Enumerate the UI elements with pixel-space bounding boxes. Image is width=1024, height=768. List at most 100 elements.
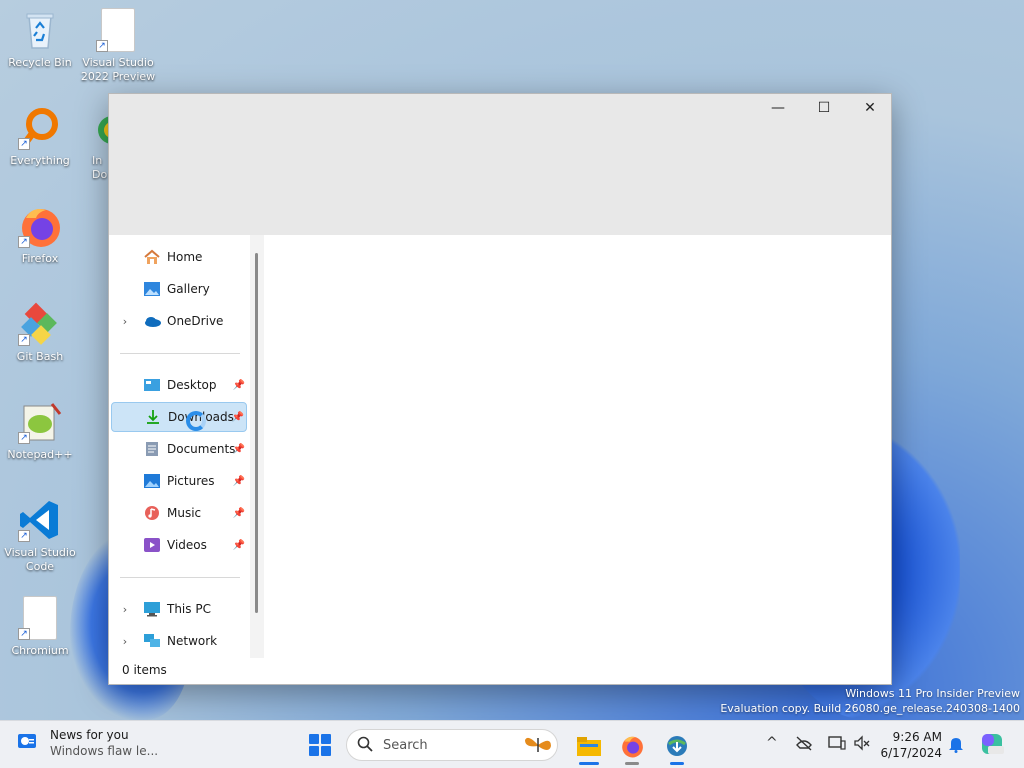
busy-cursor-icon	[186, 411, 206, 431]
desktop-icon-label: Visual Studio 2022 Preview	[80, 56, 156, 83]
nav-item-home[interactable]: Home	[111, 242, 247, 272]
search-icon	[357, 736, 373, 755]
network-offline-icon[interactable]	[795, 735, 813, 755]
pin-icon[interactable]: 📌	[233, 508, 245, 519]
running-indicator	[579, 762, 599, 765]
desktop-icon-label: Firefox	[21, 252, 59, 265]
windows-logo-icon	[309, 734, 319, 744]
recycle-bin-icon	[18, 8, 62, 52]
taskbar-firefox[interactable]	[615, 729, 649, 765]
nav-item-desktop[interactable]: Desktop 📌	[111, 370, 247, 400]
close-button[interactable]: ✕	[847, 94, 893, 122]
shortcut-arrow-icon: ↗	[18, 530, 30, 542]
copilot-pre-icon[interactable]	[980, 732, 1004, 760]
nav-item-gallery[interactable]: Gallery	[111, 274, 247, 304]
news-icon	[16, 730, 40, 757]
document-shortcut-icon: ↗	[96, 8, 140, 52]
nav-item-onedrive[interactable]: › OneDrive	[111, 306, 247, 336]
music-icon	[143, 505, 161, 521]
desktop-icon-label: Visual Studio Code	[4, 546, 76, 573]
nav-item-videos[interactable]: Videos 📌	[111, 530, 247, 560]
onedrive-icon	[143, 313, 161, 329]
vscode-icon: ↗	[18, 498, 62, 542]
clock-time: 9:26 AM	[892, 730, 942, 744]
nav-item-label: OneDrive	[167, 314, 224, 328]
documents-icon	[143, 441, 161, 457]
this-pc-icon	[143, 601, 161, 617]
desktop-icon-firefox[interactable]: ↗ Firefox	[0, 204, 80, 266]
nav-item-label: This PC	[167, 602, 211, 616]
nav-item-pictures[interactable]: Pictures 📌	[111, 466, 247, 496]
nav-item-label: Gallery	[167, 282, 210, 296]
nav-item-network[interactable]: › Network	[111, 626, 247, 656]
start-button[interactable]	[309, 734, 331, 756]
nav-item-label: Desktop	[167, 378, 217, 392]
minimize-button[interactable]: —	[755, 94, 801, 122]
shortcut-arrow-icon: ↗	[18, 628, 30, 640]
shortcut-arrow-icon: ↗	[18, 334, 30, 346]
taskbar-download-manager[interactable]	[660, 729, 694, 765]
news-widget[interactable]: News for you Windows flaw le...	[16, 727, 158, 759]
notification-bell-icon[interactable]	[948, 735, 964, 757]
pin-icon[interactable]: 📌	[232, 412, 244, 423]
notepad-plus-plus-icon: ↗	[18, 400, 62, 444]
globe-download-icon	[667, 736, 687, 756]
chevron-right-icon[interactable]: ›	[115, 635, 135, 648]
desktop-icon-chromium[interactable]: ↗ Chromium	[0, 596, 80, 658]
nav-item-downloads[interactable]: Downloads 📌	[111, 402, 247, 432]
running-indicator	[670, 762, 684, 765]
status-bar-text: 0 items	[109, 658, 891, 684]
desktop-icon-label: In Do	[92, 154, 108, 181]
desktop-icon-label: Git Bash	[16, 350, 64, 363]
clock-date: 6/17/2024	[880, 746, 942, 760]
desktop-icon-recycle-bin[interactable]: Recycle Bin	[0, 8, 80, 70]
file-list-area[interactable]	[265, 235, 891, 660]
desktop-icon-everything[interactable]: ↗ Everything	[0, 106, 80, 168]
desktop-icon-label: Everything	[10, 154, 70, 167]
videos-icon	[143, 537, 161, 553]
nav-item-label: Videos	[167, 538, 207, 552]
file-explorer-icon	[577, 737, 601, 756]
firefox-icon: ↗	[18, 204, 62, 248]
sound-muted-icon[interactable]	[853, 735, 871, 755]
running-indicator	[625, 762, 639, 765]
nav-separator	[120, 577, 240, 578]
pin-icon[interactable]: 📌	[233, 380, 245, 391]
shortcut-arrow-icon: ↗	[18, 432, 30, 444]
app-partial-icon	[92, 106, 108, 150]
pin-icon[interactable]: 📌	[233, 540, 245, 551]
file-explorer-window[interactable]: — ☐ ✕ Home Gallery › OneDrive Desktop 📌 …	[108, 93, 892, 685]
desktop-icon-label: Recycle Bin	[8, 56, 72, 69]
system-clock[interactable]: 9:26 AM 6/17/2024	[880, 729, 942, 761]
nav-item-documents[interactable]: Documents 📌	[111, 434, 247, 464]
taskbar-file-explorer[interactable]	[572, 729, 606, 765]
chevron-right-icon[interactable]: ›	[115, 603, 135, 616]
shortcut-arrow-icon: ↗	[96, 40, 108, 52]
document-shortcut-icon: ↗	[18, 596, 62, 640]
desktop-icon-notepad-plus-plus[interactable]: ↗ Notepad++	[0, 400, 80, 462]
pin-icon[interactable]: 📌	[233, 444, 245, 455]
nav-scrollbar[interactable]	[255, 253, 258, 613]
desktop-folder-icon	[143, 377, 161, 393]
desktop-icon-vscode[interactable]: ↗ Visual Studio Code	[0, 498, 80, 574]
watermark-line-2: Evaluation copy. Build 26080.ge_release.…	[720, 702, 1020, 715]
nav-item-label: Documents	[167, 442, 236, 456]
desktop-icon-label: Notepad++	[7, 448, 73, 461]
nav-item-label: Music	[167, 506, 202, 520]
nav-item-music[interactable]: Music 📌	[111, 498, 247, 528]
navigation-pane[interactable]: Home Gallery › OneDrive Desktop 📌 Downlo…	[109, 235, 265, 660]
desktop-icon-visual-studio-2022[interactable]: ↗ Visual Studio 2022 Preview	[78, 8, 158, 84]
nav-item-this-pc[interactable]: › This PC	[111, 594, 247, 624]
everything-search-icon: ↗	[18, 106, 62, 150]
shortcut-arrow-icon: ↗	[18, 236, 30, 248]
display-icon[interactable]	[828, 735, 846, 755]
taskbar[interactable]: News for you Windows flaw le... Search ^	[0, 720, 1024, 768]
tray-overflow-chevron[interactable]: ^	[766, 735, 778, 751]
desktop-icon-git-bash[interactable]: ↗ Git Bash	[0, 302, 80, 364]
chevron-right-icon[interactable]: ›	[115, 315, 135, 328]
pin-icon[interactable]: 📌	[233, 476, 245, 487]
title-bar[interactable]: — ☐ ✕	[109, 94, 891, 235]
search-box[interactable]: Search	[346, 729, 558, 761]
maximize-button[interactable]: ☐	[801, 94, 847, 122]
desktop-icon-partial[interactable]: In Do	[78, 106, 108, 182]
